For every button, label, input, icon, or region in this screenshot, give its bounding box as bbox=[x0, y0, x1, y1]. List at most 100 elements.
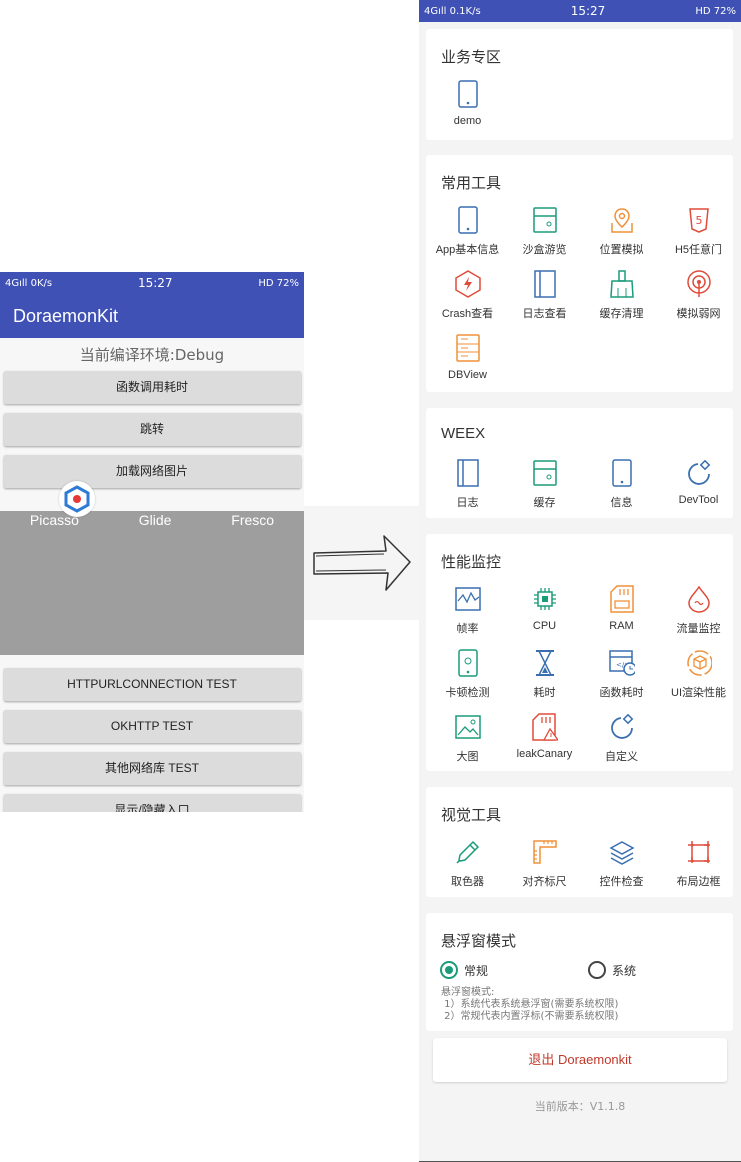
sandbox-icon bbox=[532, 458, 558, 488]
radio-system[interactable]: 系统 bbox=[588, 961, 636, 979]
phone-icon bbox=[609, 458, 635, 488]
performance-section: 性能监控 帧率 CPU RAM 流量监控 卡顿检测 耗时 </> 函数耗时 UI… bbox=[426, 534, 733, 771]
visual-color-picker[interactable]: 取色器 bbox=[429, 835, 506, 895]
perf-time-cost[interactable]: 耗时 bbox=[506, 646, 583, 706]
log-book-icon bbox=[532, 269, 558, 299]
float-mode-section: 悬浮窗模式 常规 系统 悬浮窗模式: 1）系统代表系统悬浮窗(需要系统权限) 2… bbox=[426, 913, 733, 1031]
tool-cache-clean[interactable]: 缓存清理 bbox=[583, 267, 660, 327]
radio-checked-icon bbox=[440, 961, 458, 979]
perf-leakcanary[interactable]: leakCanary bbox=[506, 710, 583, 770]
network-indicator: 4Gıll 0K/s bbox=[5, 277, 53, 289]
tool-dbview[interactable]: DBView bbox=[429, 331, 506, 391]
perf-method-cost[interactable]: </> 函数耗时 bbox=[583, 646, 660, 706]
tool-log[interactable]: 日志查看 bbox=[506, 267, 583, 327]
section-title: 视觉工具 bbox=[441, 807, 502, 824]
html5-icon: 5 bbox=[686, 205, 712, 235]
app-bar: DoraemonKit bbox=[0, 294, 304, 338]
phone-icon bbox=[455, 205, 481, 235]
weex-devtool[interactable]: DevTool bbox=[660, 456, 737, 516]
other-network-test-button[interactable]: 其他网络库 TEST bbox=[3, 752, 301, 785]
image-library-tabs: Picasso Glide Fresco bbox=[0, 512, 304, 528]
httpurlconnection-test-button[interactable]: HTTPURLCONNECTION TEST bbox=[3, 668, 301, 701]
visual-view-check[interactable]: 控件检查 bbox=[583, 835, 660, 895]
perf-cpu[interactable]: CPU bbox=[506, 582, 583, 642]
section-title: WEEX bbox=[441, 425, 486, 442]
log-book-icon bbox=[455, 458, 481, 488]
image-library-panel bbox=[0, 511, 304, 655]
sandbox-icon bbox=[532, 205, 558, 235]
weex-section: WEEX 日志 缓存 信息 DevTool bbox=[426, 408, 733, 518]
broom-icon bbox=[609, 269, 635, 299]
method-cost-button[interactable]: 函数调用耗时 bbox=[3, 371, 301, 404]
perf-traffic[interactable]: 流量监控 bbox=[660, 582, 737, 642]
custom-gauge-icon bbox=[609, 712, 635, 742]
status-bar: 4Gıll 0.1K/s 15:27 HD 72% bbox=[419, 0, 741, 22]
tool-h5-door[interactable]: 5 H5任意门 bbox=[660, 203, 737, 263]
eyedropper-icon bbox=[455, 837, 481, 867]
leak-card-icon bbox=[531, 712, 558, 742]
perf-ui-render[interactable]: UI渲染性能 bbox=[660, 646, 737, 706]
tool-weak-network[interactable]: 模拟弱网 bbox=[660, 267, 737, 327]
border-frame-icon bbox=[686, 837, 712, 867]
weex-cache[interactable]: 缓存 bbox=[506, 456, 583, 516]
tool-app-info[interactable]: App基本信息 bbox=[429, 203, 506, 263]
cpu-chip-icon bbox=[532, 584, 558, 614]
radio-unchecked-icon bbox=[588, 961, 606, 979]
perf-block[interactable]: 卡顿检测 bbox=[429, 646, 506, 706]
perf-fps[interactable]: 帧率 bbox=[429, 582, 506, 642]
waveform-icon bbox=[454, 584, 481, 614]
tab-fresco[interactable]: Fresco bbox=[231, 512, 274, 528]
version-label: 当前版本：V1.1.8 bbox=[534, 1100, 626, 1113]
load-image-button[interactable]: 加载网络图片 bbox=[3, 455, 301, 488]
exit-doraemonkit-button[interactable]: 退出 Doraemonkit bbox=[433, 1038, 727, 1082]
cube-icon bbox=[686, 648, 712, 678]
visual-tools-section: 视觉工具 取色器 对齐标尺 控件检查 布局边框 bbox=[426, 787, 733, 897]
custom-gauge-icon bbox=[686, 458, 712, 488]
signal-icon bbox=[686, 269, 712, 299]
tab-glide[interactable]: Glide bbox=[139, 512, 172, 528]
clock: 15:27 bbox=[570, 4, 606, 18]
visual-align-ruler[interactable]: 对齐标尺 bbox=[506, 835, 583, 895]
left-phone-screen: 4Gıll 0K/s 15:27 HD 72% DoraemonKit 当前编译… bbox=[0, 272, 304, 812]
common-tools-section: 常用工具 App基本信息 沙盒游览 位置模拟 5 H5任意门 Crash查看 日… bbox=[426, 155, 733, 392]
perf-large-image[interactable]: 大图 bbox=[429, 710, 506, 770]
perf-ram[interactable]: RAM bbox=[583, 582, 660, 642]
toggle-entry-button[interactable]: 显示/隐藏入口 bbox=[3, 794, 301, 812]
battery-indicator: HD 72% bbox=[258, 277, 299, 289]
tool-crash[interactable]: Crash查看 bbox=[429, 267, 506, 327]
tool-demo[interactable]: demo bbox=[429, 77, 506, 137]
tool-location[interactable]: 位置模拟 bbox=[583, 203, 660, 263]
okhttp-test-button[interactable]: OKHTTP TEST bbox=[3, 710, 301, 743]
battery-indicator: HD 72% bbox=[695, 5, 736, 17]
section-title: 常用工具 bbox=[441, 175, 502, 192]
weex-log[interactable]: 日志 bbox=[429, 456, 506, 516]
app-title: DoraemonKit bbox=[13, 305, 119, 326]
clock: 15:27 bbox=[137, 276, 173, 290]
phone-icon bbox=[455, 79, 481, 109]
network-indicator: 4Gıll 0.1K/s bbox=[424, 5, 481, 17]
perf-custom[interactable]: 自定义 bbox=[583, 710, 660, 770]
doraemon-float-icon[interactable] bbox=[59, 481, 95, 517]
layers-icon bbox=[608, 837, 635, 867]
section-title: 性能监控 bbox=[441, 554, 502, 571]
jump-button[interactable]: 跳转 bbox=[3, 413, 301, 446]
image-icon bbox=[454, 712, 481, 742]
section-title: 业务专区 bbox=[441, 49, 502, 66]
float-mode-options: 常规 系统 bbox=[440, 961, 720, 983]
screenshot-composite: { "left_phone": { "status": {"network": … bbox=[0, 0, 741, 1162]
status-bar: 4Gıll 0K/s 15:27 HD 72% bbox=[0, 272, 304, 294]
location-map-icon bbox=[609, 205, 635, 235]
visual-layout-border[interactable]: 布局边框 bbox=[660, 835, 737, 895]
arrow-right-icon bbox=[313, 535, 411, 591]
radio-normal[interactable]: 常规 bbox=[440, 961, 488, 979]
crash-icon bbox=[454, 269, 481, 299]
section-title: 悬浮窗模式 bbox=[441, 933, 517, 950]
float-mode-description: 悬浮窗模式: 1）系统代表系统悬浮窗(需要系统权限) 2）常规代表内置浮标(不需… bbox=[441, 987, 619, 1022]
transition-area bbox=[304, 506, 419, 620]
tool-sandbox[interactable]: 沙盒游览 bbox=[506, 203, 583, 263]
droplet-icon bbox=[686, 584, 712, 614]
database-icon bbox=[455, 333, 481, 363]
weex-info[interactable]: 信息 bbox=[583, 456, 660, 516]
hourglass-icon bbox=[532, 648, 558, 678]
env-label: 当前编译环境:Debug bbox=[79, 346, 225, 364]
